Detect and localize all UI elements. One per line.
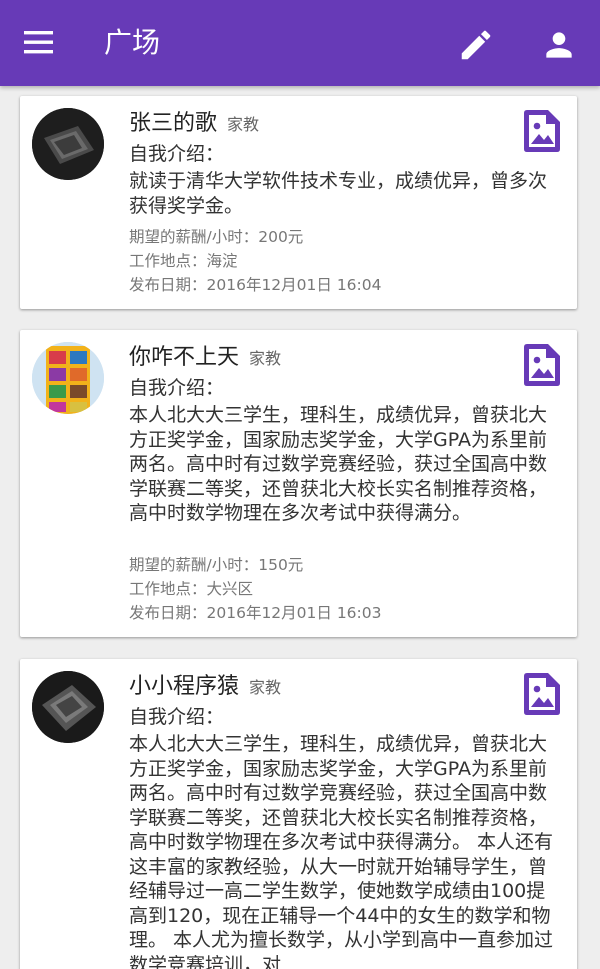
salary-text: 期望的薪酬/小时：200元 bbox=[129, 228, 304, 246]
avatar bbox=[32, 108, 104, 180]
post-card[interactable]: 你咋不上天 家教 自我介绍： 本人北大大三学生，理科生，成绩优异，曾获北大方正奖学… bbox=[20, 330, 577, 637]
poster-name[interactable]: 你咋不上天 家教 bbox=[129, 344, 281, 373]
person-icon[interactable] bbox=[540, 26, 578, 64]
post-card[interactable]: 小小程序猿 家教 自我介绍： 本人北大大三学生，理科生，成绩优异，曾获北大方正奖学… bbox=[20, 659, 577, 969]
intro-text: 本人北大大三学生，理科生，成绩优异，曾获北大方正奖学金，国家励志奖学金，大学GP… bbox=[129, 404, 548, 524]
page-title: 广场 bbox=[104, 26, 161, 59]
intro-label: 自我介绍： bbox=[129, 377, 225, 399]
category-tag: 家教 bbox=[249, 349, 282, 368]
location-text: 工作地点：大兴区 bbox=[129, 580, 254, 598]
image-icon[interactable] bbox=[524, 344, 560, 386]
salary-text: 期望的薪酬/小时：150元 bbox=[129, 556, 304, 574]
category-tag: 家教 bbox=[227, 115, 260, 134]
avatar bbox=[32, 671, 104, 743]
image-icon[interactable] bbox=[524, 673, 560, 715]
app-bar: 广场 bbox=[0, 0, 600, 86]
date-text: 发布日期：2016年12月01日 16:03 bbox=[129, 604, 382, 622]
menu-icon[interactable] bbox=[24, 31, 54, 55]
location-text: 工作地点：海淀 bbox=[129, 252, 238, 270]
post-feed[interactable]: 张三的歌 家教 自我介绍： 就读于清华大学软件技术专业，成绩优异，曾多次获得奖学金… bbox=[0, 86, 600, 969]
intro-text: 就读于清华大学软件技术专业，成绩优异，曾多次获得奖学金。 bbox=[129, 170, 548, 217]
intro-text: 本人北大大三学生，理科生，成绩优异，曾获北大方正奖学金，国家励志奖学金，大学GP… bbox=[129, 733, 554, 969]
poster-name[interactable]: 张三的歌 家教 bbox=[129, 110, 259, 139]
edit-pencil-icon[interactable] bbox=[457, 26, 495, 64]
category-tag: 家教 bbox=[249, 678, 282, 697]
image-icon[interactable] bbox=[524, 110, 560, 152]
avatar bbox=[32, 342, 104, 414]
poster-name-text: 小小程序猿 bbox=[129, 674, 240, 699]
poster-name-text: 张三的歌 bbox=[129, 111, 218, 136]
poster-name-text: 你咋不上天 bbox=[129, 345, 240, 370]
poster-name[interactable]: 小小程序猿 家教 bbox=[129, 673, 281, 702]
intro-label: 自我介绍： bbox=[129, 706, 225, 728]
post-card[interactable]: 张三的歌 家教 自我介绍： 就读于清华大学软件技术专业，成绩优异，曾多次获得奖学金… bbox=[20, 96, 577, 309]
date-text: 发布日期：2016年12月01日 16:04 bbox=[129, 276, 382, 294]
intro-label: 自我介绍： bbox=[129, 143, 225, 165]
